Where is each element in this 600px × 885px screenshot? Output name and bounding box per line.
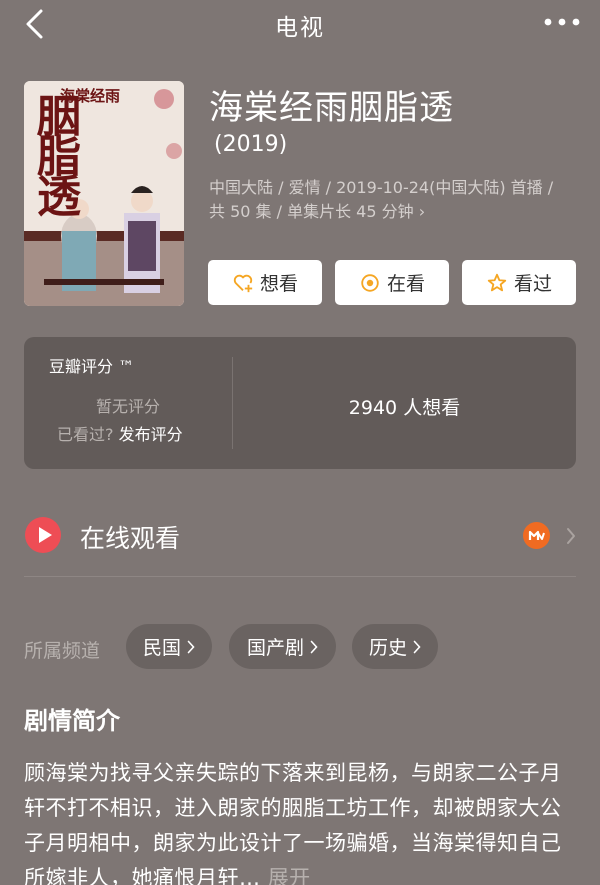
chevron-right-icon xyxy=(310,640,318,653)
publish-rating-link[interactable]: 发布评分 xyxy=(119,425,183,444)
action-buttons: 想看 在看 看过 xyxy=(208,260,578,306)
synopsis-text: 顾海棠为找寻父亲失踪的下落来到昆杨，与朗家二公子月轩不打不相识，进入朗家的胭脂工… xyxy=(24,756,580,885)
watched-button[interactable]: 看过 xyxy=(462,260,576,305)
rating-card: 豆瓣评分 ™ 暂无评分 已看过? 发布评分 2940 人想看 xyxy=(24,337,576,469)
watch-online-label: 在线观看 xyxy=(80,524,181,553)
want-to-watch-button[interactable]: 想看 xyxy=(208,260,322,305)
chevron-right-icon xyxy=(413,640,421,653)
channel-chip[interactable]: 历史 xyxy=(352,624,438,669)
no-rating-text: 暂无评分 xyxy=(95,397,160,416)
expand-link[interactable]: 展开 xyxy=(268,866,311,885)
channel-chip[interactable]: 民国 xyxy=(126,624,212,669)
watch-online-row[interactable]: 在线观看 xyxy=(0,505,600,565)
channel-chip-label: 国产剧 xyxy=(246,637,304,659)
synopsis-title: 剧情简介 xyxy=(24,707,120,735)
seen-prompt-text: 已看过? xyxy=(57,425,114,444)
meta-chevron-icon: › xyxy=(418,202,426,221)
show-year: (2019) xyxy=(214,132,288,157)
more-dots-icon[interactable] xyxy=(542,12,582,32)
channels-label: 所属频道 xyxy=(24,640,101,662)
show-meta[interactable]: 中国大陆 / 爱情 / 2019-10-24(中国大陆) 首播 / 共 50 集… xyxy=(209,176,569,224)
target-icon xyxy=(361,273,379,292)
poster-image[interactable]: 胭脂透 海棠经雨 xyxy=(24,81,184,306)
want-count[interactable]: 2940 人想看 xyxy=(233,393,576,420)
mango-tv-icon xyxy=(523,522,550,549)
watched-label: 看过 xyxy=(513,273,552,295)
section-divider xyxy=(24,576,576,577)
poster-title: 胭脂透 xyxy=(29,93,80,213)
channels-row: 所属频道 民国 国产剧 历史 xyxy=(0,624,600,672)
want-to-watch-label: 想看 xyxy=(259,273,298,295)
chevron-right-icon xyxy=(187,640,195,653)
watching-button[interactable]: 在看 xyxy=(335,260,449,305)
play-icon xyxy=(25,517,61,553)
watching-label: 在看 xyxy=(386,273,425,295)
poster-subtitle: 海棠经雨 xyxy=(60,87,121,105)
seen-prompt: 已看过? 发布评分 xyxy=(57,421,183,445)
page-title: 电视 xyxy=(275,15,325,41)
star-icon xyxy=(487,273,507,291)
channel-chip[interactable]: 国产剧 xyxy=(229,624,336,669)
channel-chip-label: 历史 xyxy=(368,637,407,659)
nav-bar: 电视 xyxy=(0,0,600,48)
heart-plus-icon xyxy=(233,274,253,292)
chevron-right-icon xyxy=(567,528,575,544)
channel-chip-label: 民国 xyxy=(142,637,181,659)
show-title: 海棠经雨胭脂透 xyxy=(209,88,454,128)
show-meta-text: 中国大陆 / 爱情 / 2019-10-24(中国大陆) 首播 / 共 50 集… xyxy=(209,178,554,221)
douban-rating-label: 豆瓣评分 ™ xyxy=(49,357,135,376)
